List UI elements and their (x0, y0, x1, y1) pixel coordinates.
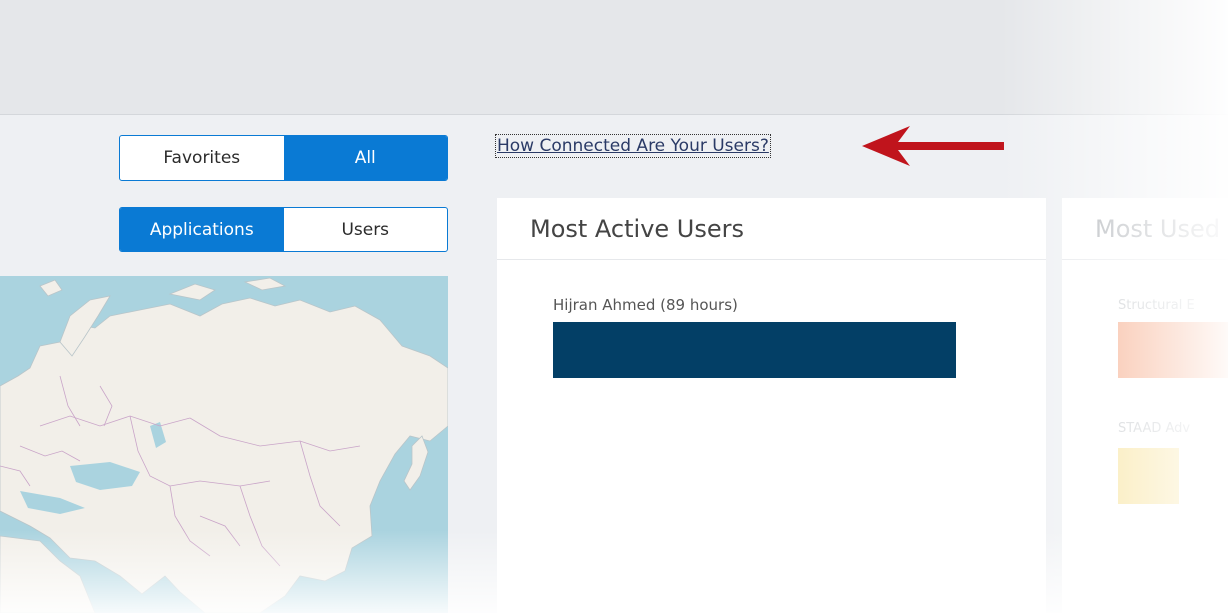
how-connected-link[interactable]: How Connected Are Your Users? (495, 134, 771, 158)
all-option[interactable]: All (283, 136, 447, 180)
most-active-users-title: Most Active Users (497, 198, 1046, 260)
app-label: Structural E (1118, 298, 1195, 313)
app-bar[interactable] (1118, 448, 1179, 504)
favorites-all-toggle: Favorites All (119, 135, 448, 181)
user-bar[interactable] (553, 322, 956, 378)
most-active-users-panel: Most Active Users Hijran Ahmed (89 hours… (497, 198, 1046, 613)
most-used-apps-panel: Most Used Structural E STAAD Adv (1062, 198, 1228, 613)
top-bar (0, 0, 1228, 115)
users-option[interactable]: Users (284, 208, 448, 251)
applications-users-toggle: Applications Users (119, 207, 448, 252)
app-bar[interactable] (1118, 322, 1228, 378)
world-map-graphic (0, 276, 448, 613)
most-used-apps-title: Most Used (1062, 198, 1228, 260)
world-map[interactable] (0, 276, 448, 613)
app-label: STAAD Adv (1118, 421, 1191, 436)
arrow-left-icon (862, 126, 1004, 166)
user-bar-label: Hijran Ahmed (89 hours) (553, 296, 738, 314)
favorites-option[interactable]: Favorites (120, 136, 284, 180)
applications-option[interactable]: Applications (120, 208, 284, 251)
